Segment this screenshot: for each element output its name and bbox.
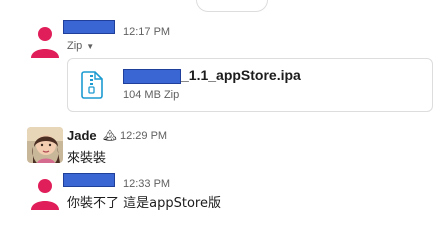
message-text: 你裝不了 這是appStore版 bbox=[67, 196, 221, 211]
author-name-redacted[interactable] bbox=[63, 20, 115, 34]
default-user-icon bbox=[27, 174, 63, 210]
file-name[interactable]: _1.1_appStore.ipa bbox=[123, 67, 301, 83]
user-avatar[interactable] bbox=[27, 22, 63, 58]
status-emoji-icon[interactable]: 🏔 bbox=[103, 129, 117, 142]
zip-file-icon bbox=[81, 71, 103, 99]
date-divider-pill bbox=[196, 0, 268, 12]
file-type-toggle[interactable]: Zip ▼ bbox=[67, 40, 94, 52]
chevron-down-icon: ▼ bbox=[86, 41, 95, 51]
author-name-redacted[interactable] bbox=[63, 173, 115, 187]
file-name-suffix: _1.1_appStore.ipa bbox=[181, 67, 301, 83]
message-text: 來裝裝 bbox=[67, 151, 107, 166]
message-timestamp[interactable]: 12:29 PM bbox=[120, 130, 167, 142]
default-user-icon bbox=[27, 22, 63, 58]
user-avatar[interactable] bbox=[27, 174, 63, 210]
jade-avatar[interactable] bbox=[27, 127, 63, 163]
file-type-label: Zip bbox=[67, 40, 83, 52]
profile-photo-icon bbox=[27, 127, 63, 163]
message-timestamp[interactable]: 12:17 PM bbox=[123, 26, 170, 38]
file-details: 104 MB Zip bbox=[123, 89, 180, 101]
author-name[interactable]: Jade bbox=[67, 128, 97, 143]
message-timestamp[interactable]: 12:33 PM bbox=[123, 178, 170, 190]
file-attachment-card[interactable]: _1.1_appStore.ipa 104 MB Zip bbox=[67, 58, 433, 112]
